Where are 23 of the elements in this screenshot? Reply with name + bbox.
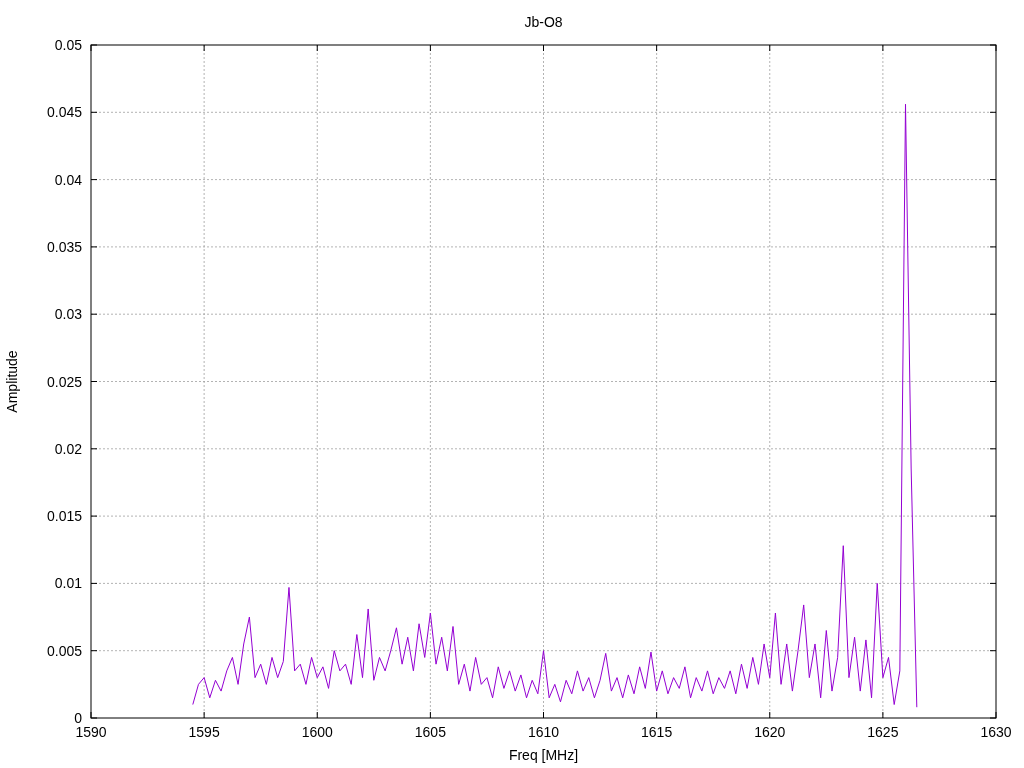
y-tick-label: 0.04 — [54, 171, 82, 188]
x-tick-label: 1615 — [641, 724, 673, 740]
y-tick-label: 0.05 — [54, 37, 82, 53]
y-tick-label: 0.045 — [46, 104, 82, 121]
x-axis-label: Freq [MHz] — [508, 747, 579, 763]
y-tick-label: 0.025 — [46, 373, 82, 390]
y-tick-label: 0 — [74, 710, 82, 726]
chart-title: Jb-O8 — [524, 14, 563, 30]
x-tick-label: 1605 — [414, 724, 446, 740]
y-axis-label: Amplitude — [4, 350, 20, 413]
x-tick-label: 1630 — [980, 724, 1012, 740]
x-tick-label: 1625 — [867, 724, 899, 740]
x-tick-label: 1590 — [75, 724, 107, 740]
y-tick-label: 0.005 — [46, 642, 82, 659]
y-tick-label: 0.035 — [46, 238, 82, 255]
y-tick-label: 0.01 — [54, 575, 82, 592]
y-tick-label: 0.02 — [54, 440, 82, 457]
y-tick-label: 0.03 — [54, 306, 82, 323]
x-tick-label: 1595 — [188, 724, 220, 740]
x-tick-label: 1600 — [301, 724, 333, 740]
x-tick-label: 1610 — [527, 724, 560, 740]
y-tick-label: 0.015 — [46, 508, 82, 525]
x-tick-label: 1620 — [754, 724, 786, 740]
